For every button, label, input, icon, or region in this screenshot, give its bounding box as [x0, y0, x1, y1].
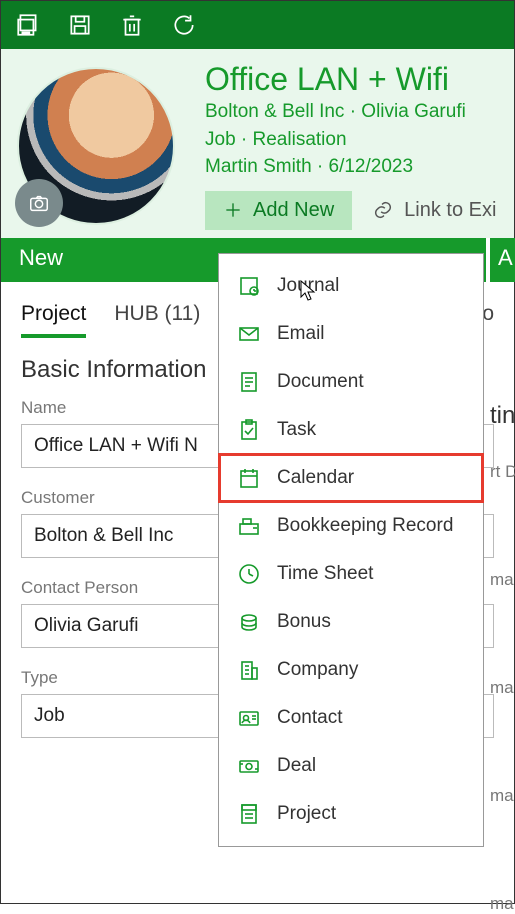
dd-project-label: Project — [277, 803, 336, 825]
avatar-container — [17, 61, 187, 230]
clock-icon — [237, 562, 261, 586]
refresh-icon[interactable] — [171, 12, 197, 38]
contact-icon — [237, 706, 261, 730]
dd-journal-label: Journal — [277, 275, 339, 297]
dd-calendar-label: Calendar — [277, 467, 354, 489]
calendar-icon — [237, 466, 261, 490]
header-subline-2: Job · Realisation — [205, 126, 496, 154]
add-new-label: Add New — [253, 199, 334, 222]
trash-icon[interactable] — [119, 12, 145, 38]
bonus-icon — [237, 610, 261, 634]
right-section-title-fragment: tin — [490, 402, 515, 430]
dd-email-label: Email — [277, 323, 325, 345]
save-all-icon[interactable] — [15, 12, 41, 38]
dd-company-label: Company — [277, 659, 358, 681]
tab-project[interactable]: Project — [21, 302, 86, 338]
project-icon — [237, 802, 261, 826]
dd-calendar[interactable]: Calendar — [219, 454, 483, 502]
dd-deal[interactable]: Deal — [219, 742, 483, 790]
plus-icon — [223, 200, 243, 220]
add-new-dropdown: Journal Email Document Task Calendar Boo… — [218, 253, 484, 847]
header-info: Office LAN + Wifi Bolton & Bell Inc · Ol… — [187, 61, 496, 230]
link-icon — [372, 199, 394, 221]
deal-icon — [237, 754, 261, 778]
header-subline-1: Bolton & Bell Inc · Olivia Garufi — [205, 98, 496, 126]
dd-deal-label: Deal — [277, 755, 316, 777]
right-label-rtd: rt D — [490, 462, 515, 482]
status-next[interactable]: A — [490, 238, 515, 282]
dd-journal[interactable]: Journal — [219, 262, 483, 310]
link-existing-button[interactable]: Link to Exi — [372, 191, 496, 230]
dd-task[interactable]: Task — [219, 406, 483, 454]
dd-document[interactable]: Document — [219, 358, 483, 406]
change-photo-button[interactable] — [15, 179, 63, 227]
task-icon — [237, 418, 261, 442]
right-label-ma3: ma — [490, 786, 515, 806]
right-label-ma1: ma — [490, 570, 515, 590]
top-toolbar — [1, 1, 514, 49]
company-icon — [237, 658, 261, 682]
save-icon[interactable] — [67, 12, 93, 38]
bookkeeping-icon — [237, 514, 261, 538]
dd-task-label: Task — [277, 419, 316, 441]
dd-document-label: Document — [277, 371, 364, 393]
dd-timesheet[interactable]: Time Sheet — [219, 550, 483, 598]
link-existing-label: Link to Exi — [404, 199, 496, 222]
journal-icon — [237, 274, 261, 298]
dd-email[interactable]: Email — [219, 310, 483, 358]
document-icon — [237, 370, 261, 394]
dd-bonus[interactable]: Bonus — [219, 598, 483, 646]
right-label-ma4: ma — [490, 894, 515, 914]
dd-bookkeeping[interactable]: Bookkeeping Record — [219, 502, 483, 550]
dd-bookkeeping-label: Bookkeeping Record — [277, 515, 453, 537]
dd-contact[interactable]: Contact — [219, 694, 483, 742]
tab-hub[interactable]: HUB (11) — [114, 302, 200, 338]
record-header: Office LAN + Wifi Bolton & Bell Inc · Ol… — [1, 49, 514, 238]
header-subline-3: Martin Smith · 6/12/2023 — [205, 153, 496, 181]
dd-project[interactable]: Project — [219, 790, 483, 838]
page-title: Office LAN + Wifi — [205, 61, 496, 98]
dd-contact-label: Contact — [277, 707, 342, 729]
dd-bonus-label: Bonus — [277, 611, 331, 633]
dd-timesheet-label: Time Sheet — [277, 563, 373, 585]
dd-company[interactable]: Company — [219, 646, 483, 694]
right-label-ma2: ma — [490, 678, 515, 698]
right-column-fragments: tin rt D ma ma ma ma — [490, 308, 515, 914]
email-icon — [237, 322, 261, 346]
add-new-button[interactable]: Add New — [205, 191, 352, 230]
